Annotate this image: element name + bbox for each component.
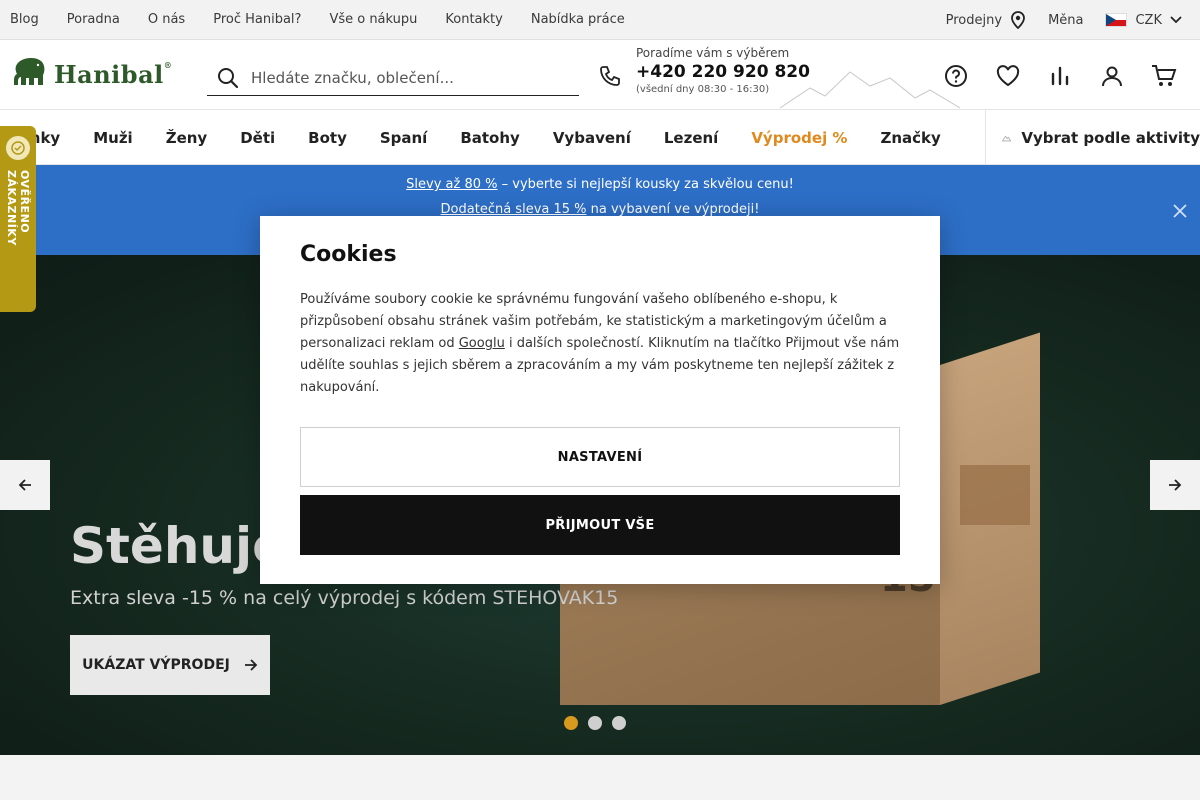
top-link-nabidka-prace[interactable]: Nabídka práce	[531, 12, 625, 27]
logo-text: Hanibal®	[54, 60, 172, 89]
show-sale-button[interactable]: UKÁZAT VÝPRODEJ	[70, 635, 270, 695]
stores-label: Prodejny	[945, 12, 1003, 28]
slider-next-button[interactable]	[1150, 460, 1200, 510]
top-link-kontakty[interactable]: Kontakty	[445, 12, 502, 27]
slider-prev-button[interactable]	[0, 460, 50, 510]
nav-item-zeny[interactable]: Ženy	[166, 129, 208, 147]
cart-icon	[1152, 65, 1177, 86]
logo[interactable]: Hanibal®	[10, 56, 172, 92]
cookie-text: Používáme soubory cookie ke správnému fu…	[300, 289, 900, 399]
activity-label: Vybrat podle aktivity	[1021, 128, 1200, 147]
promo-link-1[interactable]: Slevy až 80 %	[406, 177, 497, 192]
logo-registered: ®	[163, 59, 173, 70]
top-link-poradna[interactable]: Poradna	[67, 12, 120, 27]
cookie-dialog: Cookies Používáme soubory cookie ke sprá…	[260, 216, 940, 584]
elephant-logo-icon	[14, 58, 45, 85]
nav-item-znacky[interactable]: Značky	[880, 129, 940, 147]
close-icon[interactable]	[1172, 203, 1188, 219]
top-bar: Blog Poradna O nás Proč Hanibal? Vše o n…	[0, 0, 1200, 40]
nav-item-batohy[interactable]: Batohy	[460, 129, 520, 147]
promo-link-2[interactable]: Dodatečná sleva 15 %	[441, 202, 587, 217]
content-below	[0, 755, 1200, 800]
top-link-proc-hanibal[interactable]: Proč Hanibal?	[213, 12, 301, 27]
currency-value: CZK	[1135, 12, 1162, 28]
activity-selector[interactable]: Vybrat podle aktivity	[985, 110, 1200, 165]
nav-item-deti[interactable]: Děti	[240, 129, 275, 147]
arrow-right-icon	[244, 659, 258, 671]
account-button[interactable]	[1098, 62, 1126, 90]
chevron-down-icon	[1170, 16, 1182, 24]
top-link-vse-o-nakupu[interactable]: Vše o nákupu	[329, 12, 417, 27]
top-link-o-nas[interactable]: O nás	[148, 12, 185, 27]
promo-text-1: – vyberte si nejlepší kousky za skvělou …	[497, 177, 794, 192]
search-icon[interactable]	[217, 67, 239, 89]
nav-item-vybaveni[interactable]: Vybavení	[553, 129, 631, 147]
nav-item-muzi[interactable]: Muži	[93, 129, 132, 147]
promo-text-2: na vybavení ve výprodeji!	[586, 202, 760, 217]
compare-icon	[1051, 66, 1069, 86]
slider-dot-1[interactable]	[564, 716, 578, 730]
logo-wordmark: Hanibal	[54, 59, 164, 89]
verified-label: OVĚŘENO ZÁKAZNÍKY	[5, 169, 31, 246]
search-input[interactable]	[251, 68, 571, 87]
verified-seal-icon	[6, 136, 30, 160]
currency-label: Měna	[1048, 12, 1084, 28]
search-bar	[207, 60, 579, 96]
promo-line-2: Dodatečná sleva 15 % na vybavení ve výpr…	[0, 202, 1200, 217]
cookie-accept-button[interactable]: PŘIJMOUT VŠE	[300, 495, 900, 555]
cookie-title: Cookies	[300, 242, 397, 267]
currency-select[interactable]: CZK	[1105, 13, 1182, 28]
arrow-right-icon	[1169, 479, 1182, 491]
cart-button[interactable]	[1150, 62, 1178, 90]
phone-hint: Poradíme vám s výběrem	[636, 46, 790, 60]
stores-link[interactable]: Prodejny	[946, 11, 1026, 29]
header-icons	[918, 62, 1178, 90]
show-sale-label: UKÁZAT VÝPRODEJ	[82, 657, 230, 673]
nav-item-spani[interactable]: Spaní	[380, 129, 427, 147]
top-right: Prodejny Měna CZK	[924, 0, 1200, 40]
currency-label-item: Měna	[1048, 13, 1083, 28]
phone-block: Poradíme vám s výběrem +420 220 920 820 …	[598, 46, 810, 95]
user-icon	[1102, 66, 1122, 87]
nav-item-lezeni[interactable]: Lezení	[664, 129, 718, 147]
verified-badge[interactable]: OVĚŘENO ZÁKAZNÍKY	[0, 126, 36, 312]
top-nav: Blog Poradna O nás Proč Hanibal? Vše o n…	[0, 12, 653, 27]
help-button[interactable]	[942, 62, 970, 90]
cookie-google-link[interactable]: Googlu	[459, 336, 505, 351]
nav-item-vyprodej[interactable]: Výprodej %	[751, 129, 847, 147]
location-pin-icon	[1011, 11, 1025, 29]
header: Hanibal® Poradíme vám s výběrem +420 220…	[0, 40, 1200, 110]
category-list: Novinky Muži Ženy Děti Boty Spaní Batohy…	[0, 110, 985, 165]
phone-icon	[600, 66, 620, 86]
help-icon	[945, 65, 967, 87]
nav-item-boty[interactable]: Boty	[308, 129, 347, 147]
category-nav: Novinky Muži Ženy Děti Boty Spaní Batohy…	[0, 110, 1200, 165]
cookie-settings-button[interactable]: NASTAVENÍ	[300, 427, 900, 487]
slider-dots	[564, 716, 636, 730]
top-link-blog[interactable]: Blog	[10, 12, 39, 27]
heart-icon	[996, 65, 1020, 87]
promo-line-1: Slevy až 80 % – vyberte si nejlepší kous…	[0, 177, 1200, 192]
arrow-left-icon	[18, 479, 31, 491]
mountain-small-icon	[1002, 135, 1012, 141]
slider-dot-2[interactable]	[588, 716, 602, 730]
slider-dot-3[interactable]	[612, 716, 626, 730]
wishlist-button[interactable]	[994, 62, 1022, 90]
hero-subtitle: Extra sleva -15 % na celý výprodej s kód…	[70, 587, 619, 609]
compare-button[interactable]	[1046, 62, 1074, 90]
czech-flag-icon	[1105, 13, 1128, 27]
